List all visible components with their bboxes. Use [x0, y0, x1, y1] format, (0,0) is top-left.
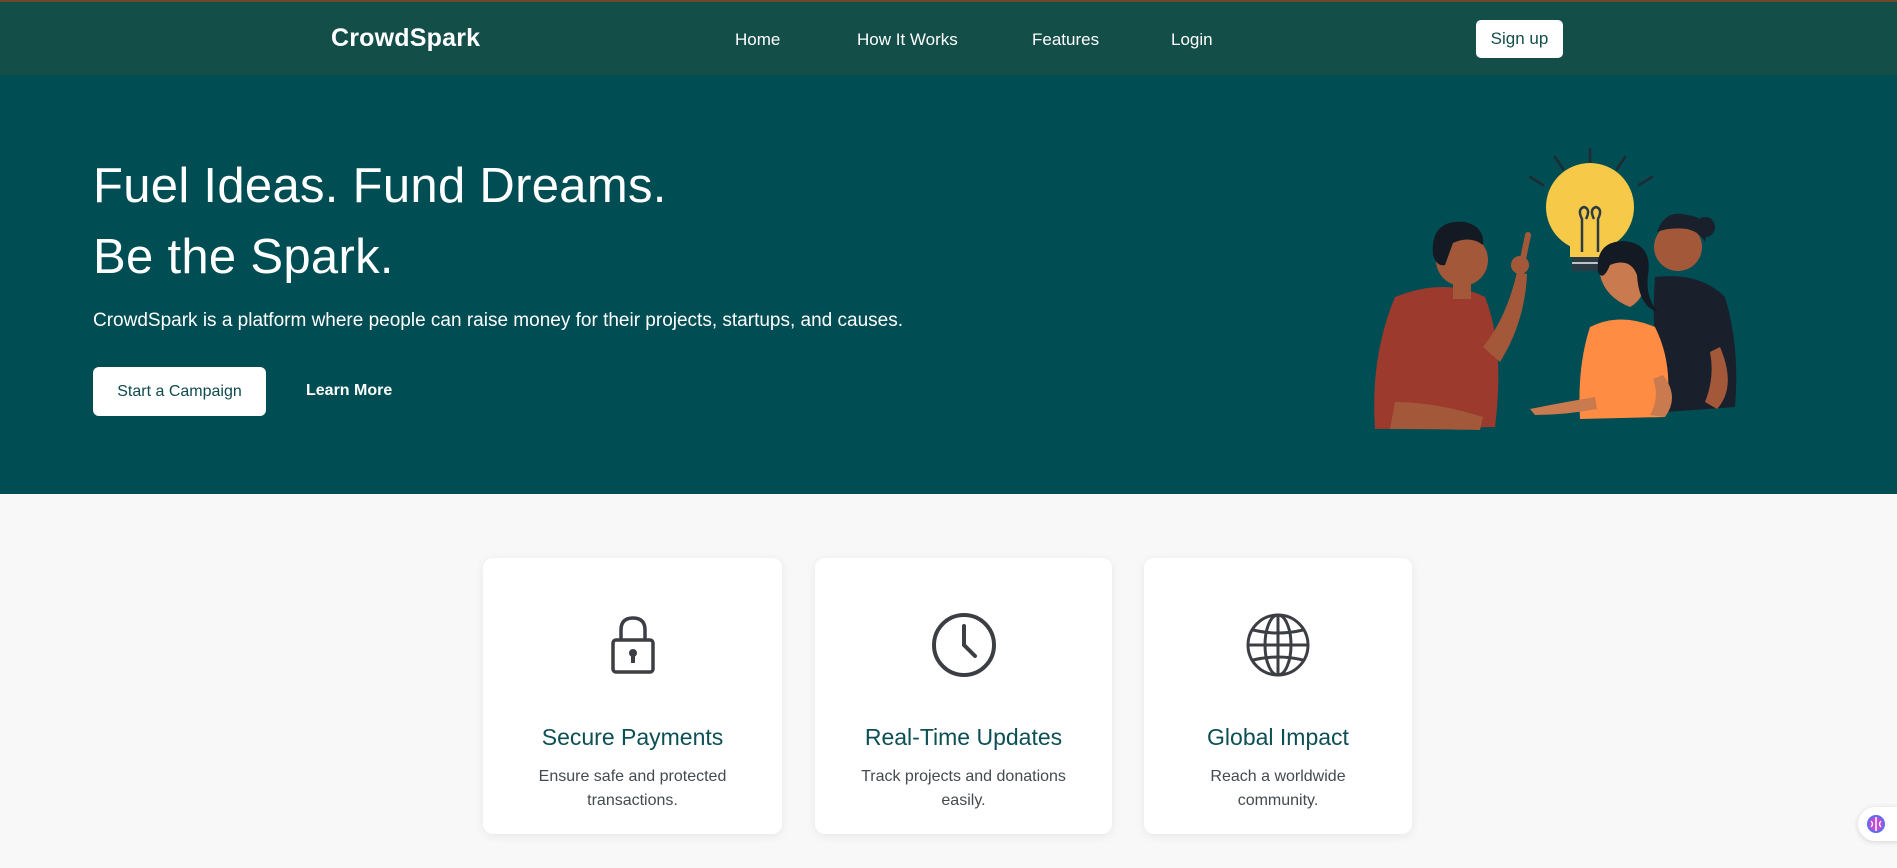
feature-card-real-time-updates: Real-Time Updates Track projects and don…: [815, 558, 1112, 834]
clock-icon: [931, 613, 996, 677]
person-left: [1374, 221, 1531, 430]
nav-link-home[interactable]: Home: [735, 30, 780, 50]
brain-icon: [1867, 815, 1885, 833]
nav-link-login[interactable]: Login: [1171, 30, 1213, 50]
feature-title: Secure Payments: [541, 724, 724, 750]
hero-section: Fuel Ideas. Fund Dreams. Be the Spark. C…: [0, 75, 1897, 494]
globe-icon: [1246, 613, 1310, 677]
person-middle: [1530, 241, 1673, 419]
feature-title: Global Impact: [1207, 724, 1349, 750]
floating-assistant-button[interactable]: [1858, 807, 1897, 841]
nav-link-how-it-works[interactable]: How It Works: [857, 30, 958, 50]
feature-title: Real-Time Updates: [864, 724, 1063, 750]
top-navbar: CrowdSpark Home How It Works Features Lo…: [0, 0, 1897, 75]
hero-description: CrowdSpark is a platform where people ca…: [93, 310, 903, 331]
feature-card-secure-payments: Secure Payments Ensure safe and protecte…: [483, 558, 782, 834]
nav-link-features[interactable]: Features: [1032, 30, 1099, 50]
start-campaign-button[interactable]: Start a Campaign: [93, 367, 266, 416]
brand-logo[interactable]: CrowdSpark: [331, 24, 480, 53]
hero-title-line-1: Fuel Ideas. Fund Dreams.: [93, 159, 667, 213]
signup-button[interactable]: Sign up: [1476, 20, 1563, 58]
learn-more-button[interactable]: Learn More: [306, 382, 392, 400]
feature-card-global-impact: Global Impact Reach a worldwide communit…: [1144, 558, 1412, 834]
feature-description: Track projects and donations easily.: [861, 768, 1066, 809]
feature-description: Ensure safe and protected transactions.: [538, 768, 727, 809]
people-lightbulb-illustration: [1374, 147, 1737, 430]
feature-description: Reach a worldwide community.: [1210, 768, 1346, 809]
hero-title-line-2: Be the Spark.: [93, 230, 394, 284]
lock-icon: [610, 616, 655, 674]
